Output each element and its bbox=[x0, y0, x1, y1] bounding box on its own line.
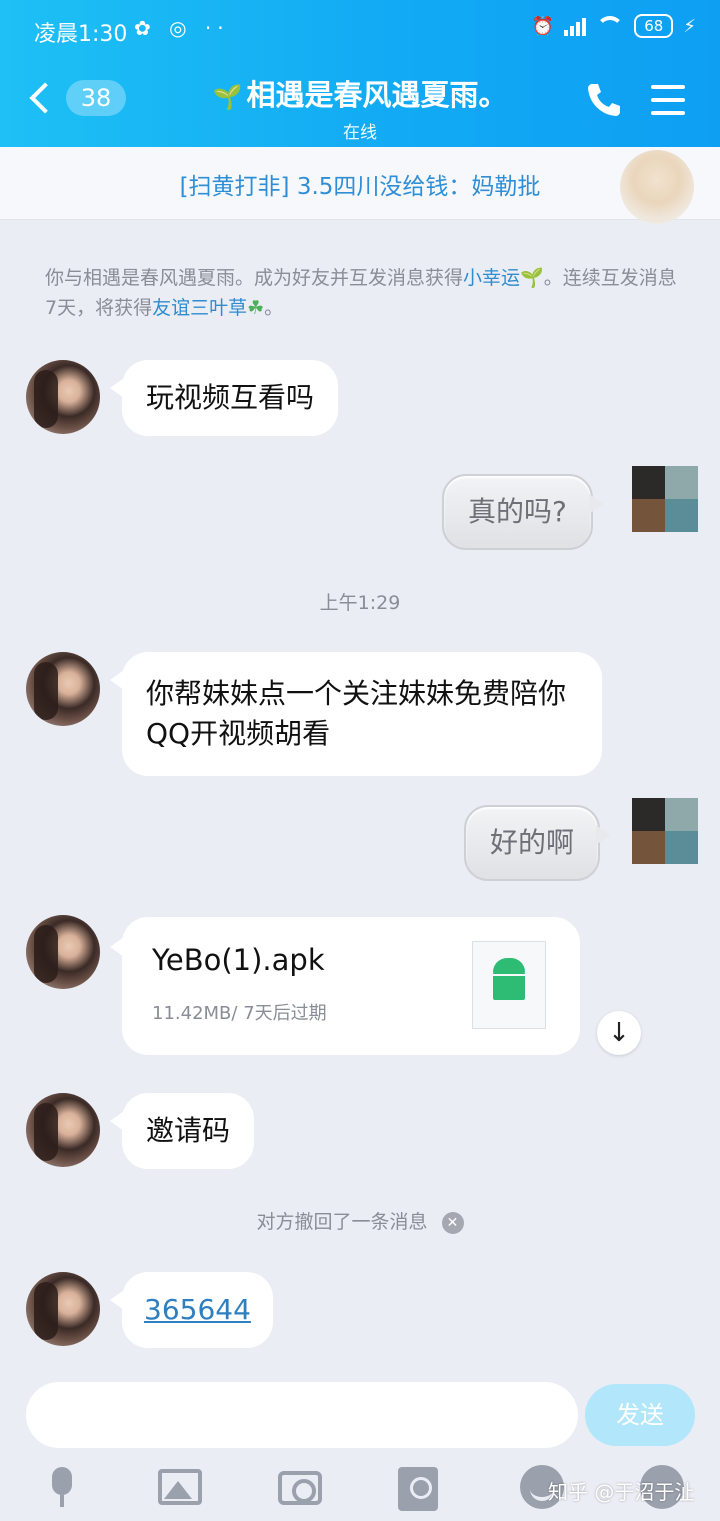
contact-avatar[interactable] bbox=[26, 360, 100, 434]
chevron-left-icon bbox=[29, 82, 61, 114]
message-bubble-self[interactable]: 好的啊 bbox=[464, 805, 611, 881]
contact-avatar[interactable] bbox=[26, 915, 100, 989]
file-meta: 11.42MB/ 7天后过期 bbox=[152, 1003, 327, 1024]
clover-link[interactable]: 友谊三叶草 bbox=[152, 297, 247, 319]
watermark: 知乎 @于沼于沚 bbox=[548, 1480, 695, 1504]
apk-file-thumbnail bbox=[472, 941, 546, 1029]
contact-avatar[interactable] bbox=[26, 652, 100, 726]
message-bubble[interactable]: 玩视频互看吗 bbox=[109, 360, 339, 436]
wifi-icon bbox=[596, 16, 625, 36]
contact-avatar[interactable] bbox=[26, 1272, 100, 1346]
message-timestamp: 上午1:29 bbox=[319, 592, 401, 614]
lucky-link[interactable]: 小幸运 bbox=[463, 267, 520, 289]
send-button[interactable]: 发送 bbox=[585, 1384, 695, 1446]
menu-icon[interactable] bbox=[651, 85, 685, 115]
self-avatar[interactable] bbox=[632, 466, 698, 532]
microphone-icon[interactable] bbox=[40, 1465, 84, 1509]
chat-title: 🌱 相遇是春风遇夏雨。 bbox=[150, 72, 570, 114]
contact-name: 相遇是春风遇夏雨。 bbox=[246, 78, 508, 112]
announcement-banner[interactable]: [扫黄打非] 3.5四川没给钱：妈勒批 bbox=[0, 147, 720, 220]
banner-text: [扫黄打非] 3.5四川没给钱：妈勒批 bbox=[179, 174, 541, 200]
notice-text: 你与相遇是春风遇夏雨。成为好友并互发消息获得 bbox=[45, 267, 464, 289]
sprout-icon: 🌱 bbox=[520, 267, 544, 289]
message-input[interactable] bbox=[26, 1382, 578, 1448]
phone-icon[interactable] bbox=[584, 80, 624, 120]
back-button[interactable]: 38 bbox=[26, 80, 126, 116]
chat-title-area[interactable]: 🌱 相遇是春风遇夏雨。 在线 bbox=[150, 72, 570, 143]
charging-icon: ⚡ bbox=[683, 15, 696, 37]
signal-icon bbox=[564, 16, 587, 36]
self-avatar[interactable] bbox=[632, 798, 698, 864]
notification-icons: ✿ ◎ ·· bbox=[134, 16, 230, 40]
battery-icon: 68 bbox=[634, 14, 674, 38]
camera-icon[interactable] bbox=[278, 1471, 322, 1505]
message-bubble[interactable]: 邀请码 bbox=[109, 1093, 255, 1169]
contact-avatar[interactable] bbox=[26, 1093, 100, 1167]
status-time: 凌晨1:30 bbox=[34, 22, 128, 47]
file-message-card[interactable]: YeBo(1).apk 11.42MB/ 7天后过期 bbox=[110, 917, 580, 1055]
recall-notice: 对方撤回了一条消息 ✕ bbox=[0, 1207, 720, 1234]
friendship-notice: 你与相遇是春风遇夏雨。成为好友并互发消息获得小幸运🌱。连续互发消息7天，将获得友… bbox=[45, 263, 685, 323]
message-bubble[interactable]: 你帮妹妹点一个关注妹妹免费陪你QQ开视频胡看 bbox=[110, 652, 602, 776]
online-status: 在线 bbox=[343, 123, 377, 143]
message-bubble[interactable]: 365644 bbox=[110, 1272, 273, 1348]
red-packet-icon[interactable] bbox=[398, 1467, 438, 1511]
sprout-icon: 🌱 bbox=[212, 83, 243, 111]
alarm-icon: ⏰ bbox=[531, 15, 555, 37]
recall-text: 对方撤回了一条消息 bbox=[256, 1211, 428, 1233]
banner-avatar[interactable] bbox=[620, 150, 694, 224]
unread-count-badge: 38 bbox=[66, 80, 126, 116]
status-bar: 凌晨1:30 ✿ ◎ ·· ⏰ 68 ⚡ bbox=[0, 0, 720, 60]
invite-code-link[interactable]: 365644 bbox=[144, 1293, 251, 1326]
android-icon bbox=[493, 958, 525, 1000]
image-icon[interactable] bbox=[158, 1469, 202, 1505]
clover-icon: ☘ bbox=[247, 297, 265, 319]
close-icon[interactable]: ✕ bbox=[441, 1211, 464, 1234]
file-name: YeBo(1).apk bbox=[152, 943, 325, 977]
status-right-group: ⏰ 68 ⚡ bbox=[532, 14, 696, 38]
notice-text: 。 bbox=[264, 297, 284, 319]
chat-header: 凌晨1:30 ✿ ◎ ·· ⏰ 68 ⚡ 38 🌱 相遇是春风遇夏雨。 在线 bbox=[0, 0, 720, 147]
message-bubble-self[interactable]: 真的吗? bbox=[442, 474, 603, 550]
download-icon[interactable]: ↓ bbox=[597, 1011, 641, 1055]
